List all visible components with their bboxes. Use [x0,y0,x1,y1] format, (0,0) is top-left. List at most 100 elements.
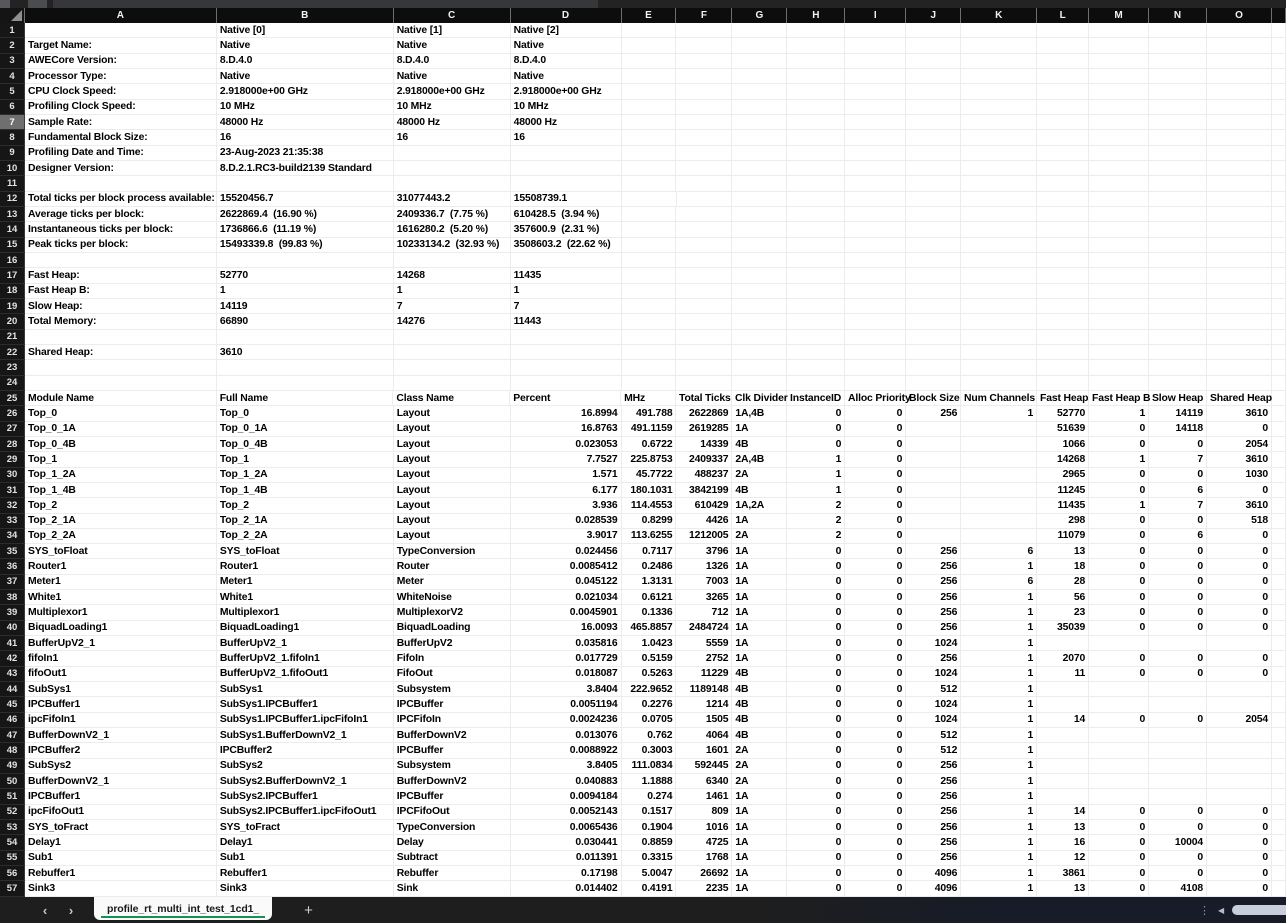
cell-B17[interactable]: 52770 [217,268,394,283]
cell-J54[interactable]: 256 [906,835,961,850]
cell-K26[interactable]: 1 [961,406,1037,421]
cell-L50[interactable] [1037,774,1089,789]
cell-A55[interactable]: Sub1 [25,851,217,866]
row-header-30[interactable]: 30 [0,468,25,483]
cell-C8[interactable]: 16 [394,130,511,145]
cell-A27[interactable]: Top_0_1A [25,422,217,437]
cell-P4[interactable] [1272,69,1286,84]
cell-A11[interactable] [25,176,217,191]
cell-D50[interactable]: 0.040883 [511,774,622,789]
cell-K50[interactable]: 1 [961,774,1037,789]
cell-P25[interactable] [1272,391,1286,406]
cell-L29[interactable]: 14268 [1037,452,1089,467]
cell-I35[interactable]: 0 [845,544,906,559]
cell-D39[interactable]: 0.0045901 [511,605,622,620]
cell-L8[interactable] [1037,130,1089,145]
cell-K43[interactable]: 1 [961,667,1037,682]
cell-H32[interactable]: 2 [787,498,845,513]
cell-G39[interactable]: 1A [732,605,787,620]
cell-G45[interactable]: 4B [732,697,787,712]
cell-E39[interactable]: 0.1336 [622,605,677,620]
cell-P24[interactable] [1272,376,1286,391]
cell-G24[interactable] [732,376,787,391]
cell-G35[interactable]: 1A [732,544,787,559]
cell-O44[interactable] [1207,682,1272,697]
cell-O43[interactable]: 0 [1207,667,1272,682]
cell-K54[interactable]: 1 [961,835,1037,850]
cell-F41[interactable]: 5559 [676,636,732,651]
column-header-N[interactable]: N [1149,8,1207,23]
row-header-55[interactable]: 55 [0,851,25,866]
row-header-49[interactable]: 49 [0,759,25,774]
cell-M15[interactable] [1089,238,1149,253]
cell-L30[interactable]: 2965 [1037,468,1089,483]
row-header-34[interactable]: 34 [0,529,25,544]
cell-L41[interactable] [1037,636,1089,651]
cell-J47[interactable]: 512 [906,728,961,743]
cell-C7[interactable]: 48000 Hz [394,115,511,130]
cell-J1[interactable] [906,23,961,38]
cell-P40[interactable] [1272,621,1286,636]
row-header-53[interactable]: 53 [0,820,25,835]
row-header-52[interactable]: 52 [0,805,25,820]
cell-J33[interactable] [906,514,961,529]
cell-G26[interactable]: 1A,4B [732,406,787,421]
cell-O46[interactable]: 2054 [1207,713,1272,728]
cell-J20[interactable] [906,314,961,329]
cell-D8[interactable]: 16 [511,130,622,145]
cell-M28[interactable]: 0 [1089,437,1149,452]
cell-I22[interactable] [845,345,906,360]
cell-N40[interactable]: 0 [1149,621,1207,636]
cell-H33[interactable]: 2 [787,514,845,529]
row-header-26[interactable]: 26 [0,406,25,421]
cell-L55[interactable]: 12 [1037,851,1089,866]
cell-L14[interactable] [1037,222,1089,237]
cell-B56[interactable]: Rebuffer1 [217,866,394,881]
cell-F51[interactable]: 1461 [676,789,732,804]
cell-N33[interactable]: 0 [1149,514,1207,529]
cell-J43[interactable]: 1024 [906,667,961,682]
cell-F56[interactable]: 26692 [676,866,732,881]
row-header-47[interactable]: 47 [0,728,25,743]
column-header-A[interactable]: A [25,8,217,23]
cell-L27[interactable]: 51639 [1037,422,1089,437]
cell-E57[interactable]: 0.4191 [622,881,677,896]
row-header-36[interactable]: 36 [0,559,25,574]
cell-F28[interactable]: 14339 [676,437,732,452]
cell-B36[interactable]: Router1 [217,559,394,574]
cell-B12[interactable]: 15520456.7 [217,192,394,207]
cell-G29[interactable]: 2A,4B [732,452,787,467]
cell-K44[interactable]: 1 [961,682,1037,697]
column-header-E[interactable]: E [622,8,677,23]
cell-L37[interactable]: 28 [1037,575,1089,590]
cell-J36[interactable]: 256 [906,559,961,574]
cell-N21[interactable] [1149,330,1207,345]
cell-N3[interactable] [1149,54,1207,69]
cell-O11[interactable] [1207,176,1272,191]
cell-L53[interactable]: 13 [1037,820,1089,835]
cell-N26[interactable]: 14119 [1149,406,1207,421]
cell-D7[interactable]: 48000 Hz [511,115,622,130]
cell-C25[interactable]: Class Name [393,391,510,406]
cell-F40[interactable]: 2484724 [676,621,732,636]
cell-F6[interactable] [676,100,732,115]
cell-J14[interactable] [906,222,961,237]
cell-K57[interactable]: 1 [961,881,1037,896]
cell-N9[interactable] [1149,146,1207,161]
cell-F12[interactable] [677,192,733,207]
cell-D25[interactable]: Percent [510,391,621,406]
cell-D41[interactable]: 0.035816 [511,636,622,651]
cell-J4[interactable] [906,69,961,84]
cell-L25[interactable]: Fast Heap [1037,391,1089,406]
cell-B43[interactable]: BufferUpV2_1.fifoOut1 [217,667,394,682]
column-header-O[interactable]: O [1207,8,1272,23]
cell-P46[interactable] [1272,713,1286,728]
cell-O7[interactable] [1207,115,1272,130]
cell-F7[interactable] [676,115,732,130]
cell-B25[interactable]: Full Name [217,391,394,406]
cell-E49[interactable]: 111.0834 [622,759,677,774]
cell-P7[interactable] [1272,115,1286,130]
row-header-29[interactable]: 29 [0,452,25,467]
cell-L17[interactable] [1037,268,1089,283]
hscroll-left-arrow-icon[interactable]: ◀ [1218,897,1224,923]
